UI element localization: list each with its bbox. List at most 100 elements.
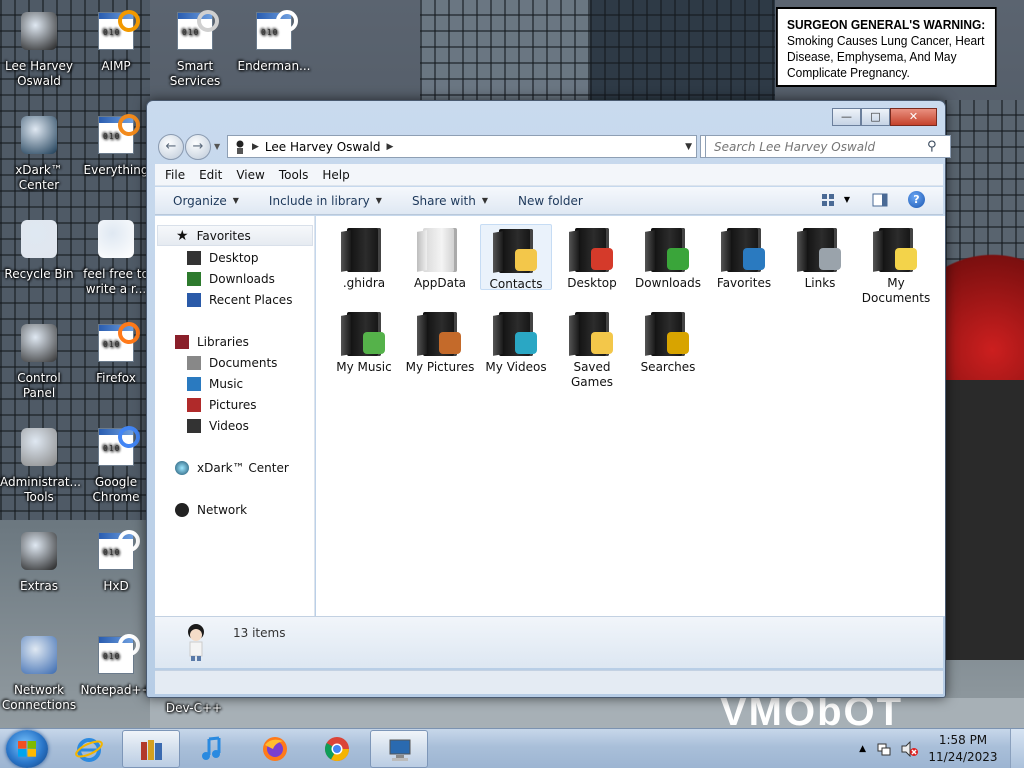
file-item[interactable]: Searches — [632, 308, 704, 374]
desktop-icon-item[interactable]: Google Chrome — [77, 424, 155, 505]
desktop-icon-item[interactable]: Recycle Bin — [0, 216, 78, 282]
libraries-icon — [141, 740, 162, 760]
file-item-label: .ghidra — [342, 276, 386, 290]
view-options-dropdown-icon[interactable]: ▼ — [844, 195, 850, 204]
folder-badge-icon — [667, 248, 689, 270]
desktop-icon-label: Notepad++ — [80, 683, 152, 697]
search-icon[interactable]: ⚲ — [927, 139, 937, 154]
taskbar-remote-desktop[interactable] — [370, 730, 428, 768]
desktop-icon-item[interactable]: AIMP — [77, 8, 155, 74]
desktop-icon-item[interactable]: Firefox — [77, 320, 155, 386]
back-button[interactable]: ← — [158, 134, 184, 160]
organize-button[interactable]: Organize ▼ — [173, 194, 239, 208]
help-icon[interactable]: ? — [908, 191, 925, 208]
nav-pictures[interactable]: Pictures — [187, 394, 257, 415]
item-count: 13 items — [233, 626, 286, 640]
search-input[interactable] — [705, 135, 951, 158]
nav-music[interactable]: Music — [187, 373, 243, 394]
nav-downloads[interactable]: Downloads — [187, 268, 275, 289]
show-hidden-icons-icon[interactable]: ▲ — [859, 744, 866, 754]
nav-documents[interactable]: Documents — [187, 352, 277, 373]
breadcrumb-current[interactable]: Lee Harvey Oswald — [265, 140, 381, 154]
file-item[interactable]: .ghidra — [328, 224, 400, 290]
menu-tools[interactable]: Tools — [279, 168, 309, 182]
start-button[interactable] — [6, 730, 48, 768]
file-item-label: My Videos — [485, 360, 547, 374]
share-with-button[interactable]: Share with ▼ — [412, 194, 488, 208]
icon-graphic — [21, 532, 57, 570]
recent-pages-dropdown[interactable]: ▼ — [214, 142, 220, 151]
new-folder-button[interactable]: New folder — [518, 194, 583, 208]
nav-libraries[interactable]: Libraries — [175, 331, 249, 352]
file-item[interactable]: My Pictures — [404, 308, 476, 374]
file-item[interactable]: My Videos — [480, 308, 552, 374]
desktop-icon-item[interactable]: Notepad++ — [77, 632, 155, 698]
file-item[interactable]: Contacts — [480, 224, 552, 291]
nav-videos[interactable]: Videos — [187, 415, 249, 436]
icon-graphic — [21, 636, 57, 674]
file-item[interactable]: Links — [784, 224, 856, 290]
taskbar-music[interactable] — [184, 730, 242, 768]
file-item[interactable]: Desktop — [556, 224, 628, 290]
address-dropdown-icon[interactable]: ▼ — [685, 142, 692, 152]
taskbar-ie[interactable] — [60, 730, 118, 768]
desktop-icon-item[interactable]: Administrat... Tools — [0, 424, 81, 505]
nav-downloads-label: Downloads — [209, 271, 275, 286]
file-item[interactable]: Favorites — [708, 224, 780, 290]
icon-graphic — [21, 12, 57, 50]
recent-places-icon — [187, 292, 201, 307]
maximize-button[interactable]: □ — [861, 108, 890, 126]
address-bar[interactable]: ▶ Lee Harvey Oswald ▶ ▼ — [227, 135, 697, 158]
desktop-icon-item[interactable]: Extras — [0, 528, 78, 594]
preview-pane-icon[interactable] — [872, 193, 888, 207]
include-in-library-button[interactable]: Include in library ▼ — [269, 194, 382, 208]
desktop-icon-item[interactable]: Network Connections — [0, 632, 78, 713]
chrome-icon — [94, 426, 140, 472]
volume-muted-icon[interactable] — [900, 741, 918, 757]
desktop-icon-item[interactable]: feel free to write a r... — [77, 216, 155, 297]
desktop-icon-item[interactable]: Smart Services — [156, 8, 234, 89]
desktop-icon-item[interactable]: HxD — [77, 528, 155, 594]
navigation-pane: ★ Favorites Desktop Downloads Recent Plac… — [155, 216, 315, 616]
file-item[interactable]: Downloads — [632, 224, 704, 290]
user-avatar-icon — [188, 624, 204, 661]
nav-desktop[interactable]: Desktop — [187, 247, 259, 268]
desktop-icon-item[interactable]: Control Panel — [0, 320, 78, 401]
folder-icon — [575, 228, 613, 272]
taskbar-library[interactable] — [122, 730, 180, 768]
caption-buttons: — □ ✕ — [832, 108, 937, 126]
breadcrumb-separator-icon[interactable]: ▶ — [387, 142, 394, 152]
network-status-icon[interactable] — [876, 741, 892, 757]
explorer-window[interactable]: — □ ✕ ← → ▼ ▶ Lee Harvey Oswald ▶ ▼ ⇄ ⚲ … — [146, 100, 951, 698]
nav-network[interactable]: Network — [175, 499, 247, 520]
desktop-icon-item[interactable]: xDark™ Center — [0, 112, 78, 193]
desktop-icon-item[interactable]: Enderman... — [235, 8, 313, 74]
minimize-button[interactable]: — — [832, 108, 861, 126]
taskbar-chrome[interactable] — [308, 730, 366, 768]
close-button[interactable]: ✕ — [890, 108, 937, 126]
admin-tools-icon — [17, 428, 61, 472]
file-item[interactable]: My Documents — [860, 224, 932, 305]
desktop-icon-item[interactable]: Lee Harvey Oswald — [0, 8, 78, 89]
menu-file[interactable]: File — [165, 168, 185, 182]
folder-icon — [347, 312, 385, 356]
file-item[interactable]: Saved Games — [556, 308, 628, 389]
system-tray: ▲ 1:58 PM 11/24/2023 — [859, 729, 1024, 768]
menu-view[interactable]: View — [236, 168, 264, 182]
desktop-icon-item[interactable]: Everything — [77, 112, 155, 178]
show-desktop-button[interactable] — [1010, 729, 1024, 768]
change-view-icon[interactable] — [820, 192, 836, 208]
folder-icon — [727, 228, 765, 272]
taskbar-firefox[interactable] — [246, 730, 304, 768]
forward-button[interactable]: → — [185, 134, 211, 160]
menu-help[interactable]: Help — [322, 168, 349, 182]
nav-favorites[interactable]: ★ Favorites — [157, 225, 313, 246]
file-item[interactable]: My Music — [328, 308, 400, 374]
file-item[interactable]: AppData — [404, 224, 476, 290]
breadcrumb-separator-icon[interactable]: ▶ — [252, 142, 259, 152]
nav-recent-places[interactable]: Recent Places — [187, 289, 292, 310]
nav-xdark-center[interactable]: xDark™ Center — [175, 457, 289, 478]
desktop-icon-label: Everything — [83, 163, 149, 177]
clock[interactable]: 1:58 PM 11/24/2023 — [928, 732, 998, 766]
menu-edit[interactable]: Edit — [199, 168, 222, 182]
